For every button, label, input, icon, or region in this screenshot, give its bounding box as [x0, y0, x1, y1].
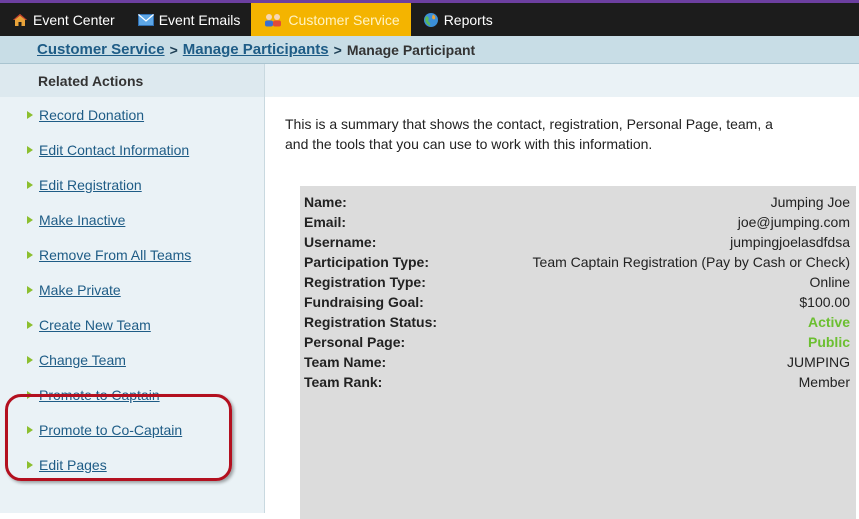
- action-link[interactable]: Make Private: [39, 282, 121, 298]
- bullet-arrow-icon: [27, 320, 33, 329]
- summary-label: Team Name:: [304, 354, 387, 370]
- summary-label: Registration Status:: [304, 314, 438, 330]
- breadcrumb-link-customer-service[interactable]: Customer Service: [37, 41, 165, 58]
- action-remove-from-all-teams: Remove From All Teams: [0, 237, 264, 272]
- summary-value: Online: [809, 274, 850, 290]
- summary-label: Fundraising Goal:: [304, 294, 424, 310]
- bullet-arrow-icon: [27, 215, 33, 224]
- home-icon: [13, 13, 27, 26]
- breadcrumb: Customer Service > Manage Participants >…: [0, 36, 859, 64]
- summary-label: Participation Type:: [304, 254, 429, 270]
- action-link[interactable]: Edit Contact Information: [39, 142, 189, 158]
- annotation-highlight-ring: [5, 394, 232, 481]
- summary-label: Email:: [304, 214, 347, 230]
- action-edit-registration: Edit Registration: [0, 167, 264, 202]
- summary-row-name: Name: Jumping Joe: [304, 192, 852, 212]
- action-link[interactable]: Edit Registration: [39, 177, 142, 193]
- summary-row-personal-page: Personal Page: Public: [304, 332, 852, 352]
- summary-row-registration-type: Registration Type: Online: [304, 272, 852, 292]
- tab-label: Customer Service: [288, 11, 400, 28]
- summary-value: JUMPING: [787, 354, 850, 370]
- summary-row-participation-type: Participation Type: Team Captain Registr…: [304, 252, 852, 272]
- top-nav: Event Center Event Emails Customer Servi…: [0, 0, 859, 36]
- bullet-arrow-icon: [27, 285, 33, 294]
- action-link[interactable]: Remove From All Teams: [39, 247, 191, 263]
- action-make-inactive: Make Inactive: [0, 202, 264, 237]
- summary-value: Member: [798, 374, 850, 390]
- intro-line: and the tools that you can use to work w…: [285, 136, 653, 152]
- action-change-team: Change Team: [0, 342, 264, 377]
- tab-customer-service[interactable]: Customer Service: [251, 3, 411, 36]
- breadcrumb-separator: >: [169, 41, 178, 58]
- breadcrumb-separator: >: [333, 41, 342, 58]
- status-badge: Active: [807, 314, 850, 330]
- tab-label: Event Center: [33, 11, 115, 28]
- summary-row-team-rank: Team Rank: Member: [304, 372, 852, 392]
- bullet-arrow-icon: [27, 110, 33, 119]
- tab-reports[interactable]: Reports: [411, 3, 504, 36]
- globe-icon: [423, 12, 438, 27]
- people-icon: [265, 13, 282, 26]
- participant-summary-panel: Name: Jumping Joe Email: joe@jumping.com…: [300, 186, 856, 519]
- summary-label: Name:: [304, 194, 347, 210]
- bullet-arrow-icon: [27, 145, 33, 154]
- main-content: This is a summary that shows the contact…: [265, 64, 859, 519]
- status-badge: Public: [807, 334, 850, 350]
- tab-event-emails[interactable]: Event Emails: [126, 3, 252, 36]
- bullet-arrow-icon: [27, 250, 33, 259]
- bullet-arrow-icon: [27, 180, 33, 189]
- action-link[interactable]: Record Donation: [39, 107, 144, 123]
- tab-label: Event Emails: [158, 11, 241, 28]
- action-link[interactable]: Create New Team: [39, 317, 151, 333]
- sidebar-title: Related Actions: [0, 64, 264, 97]
- summary-label: Team Rank:: [304, 374, 383, 390]
- participant-summary-table: Name: Jumping Joe Email: joe@jumping.com…: [304, 192, 852, 392]
- bullet-arrow-icon: [27, 355, 33, 364]
- intro-text: This is a summary that shows the contact…: [285, 114, 859, 154]
- action-link[interactable]: Change Team: [39, 352, 126, 368]
- summary-row-registration-status: Registration Status: Active: [304, 312, 852, 332]
- summary-row-fundraising-goal: Fundraising Goal: $100.00: [304, 292, 852, 312]
- summary-row-email: Email: joe@jumping.com: [304, 212, 852, 232]
- action-record-donation: Record Donation: [0, 97, 264, 132]
- summary-value: Team Captain Registration (Pay by Cash o…: [532, 254, 850, 270]
- summary-label: Username:: [304, 234, 377, 250]
- summary-value: jumpingjoelasdfdsa: [730, 234, 850, 250]
- action-create-new-team: Create New Team: [0, 307, 264, 342]
- summary-value: Jumping Joe: [770, 194, 850, 210]
- envelope-icon: [137, 13, 154, 26]
- summary-label: Personal Page:: [304, 334, 406, 350]
- summary-row-username: Username: jumpingjoelasdfdsa: [304, 232, 852, 252]
- breadcrumb-current: Manage Participant: [346, 41, 476, 58]
- summary-label: Registration Type:: [304, 274, 426, 290]
- summary-value: joe@jumping.com: [737, 214, 850, 230]
- intro-line: This is a summary that shows the contact…: [285, 116, 773, 132]
- summary-value: $100.00: [799, 294, 850, 310]
- tab-event-center[interactable]: Event Center: [0, 3, 126, 36]
- summary-row-team-name: Team Name: JUMPING: [304, 352, 852, 372]
- action-link[interactable]: Make Inactive: [39, 212, 125, 228]
- action-edit-contact-information: Edit Contact Information: [0, 132, 264, 167]
- tab-label: Reports: [443, 11, 493, 28]
- content-header-strip: [265, 64, 859, 97]
- action-make-private: Make Private: [0, 272, 264, 307]
- breadcrumb-link-manage-participants[interactable]: Manage Participants: [183, 41, 329, 58]
